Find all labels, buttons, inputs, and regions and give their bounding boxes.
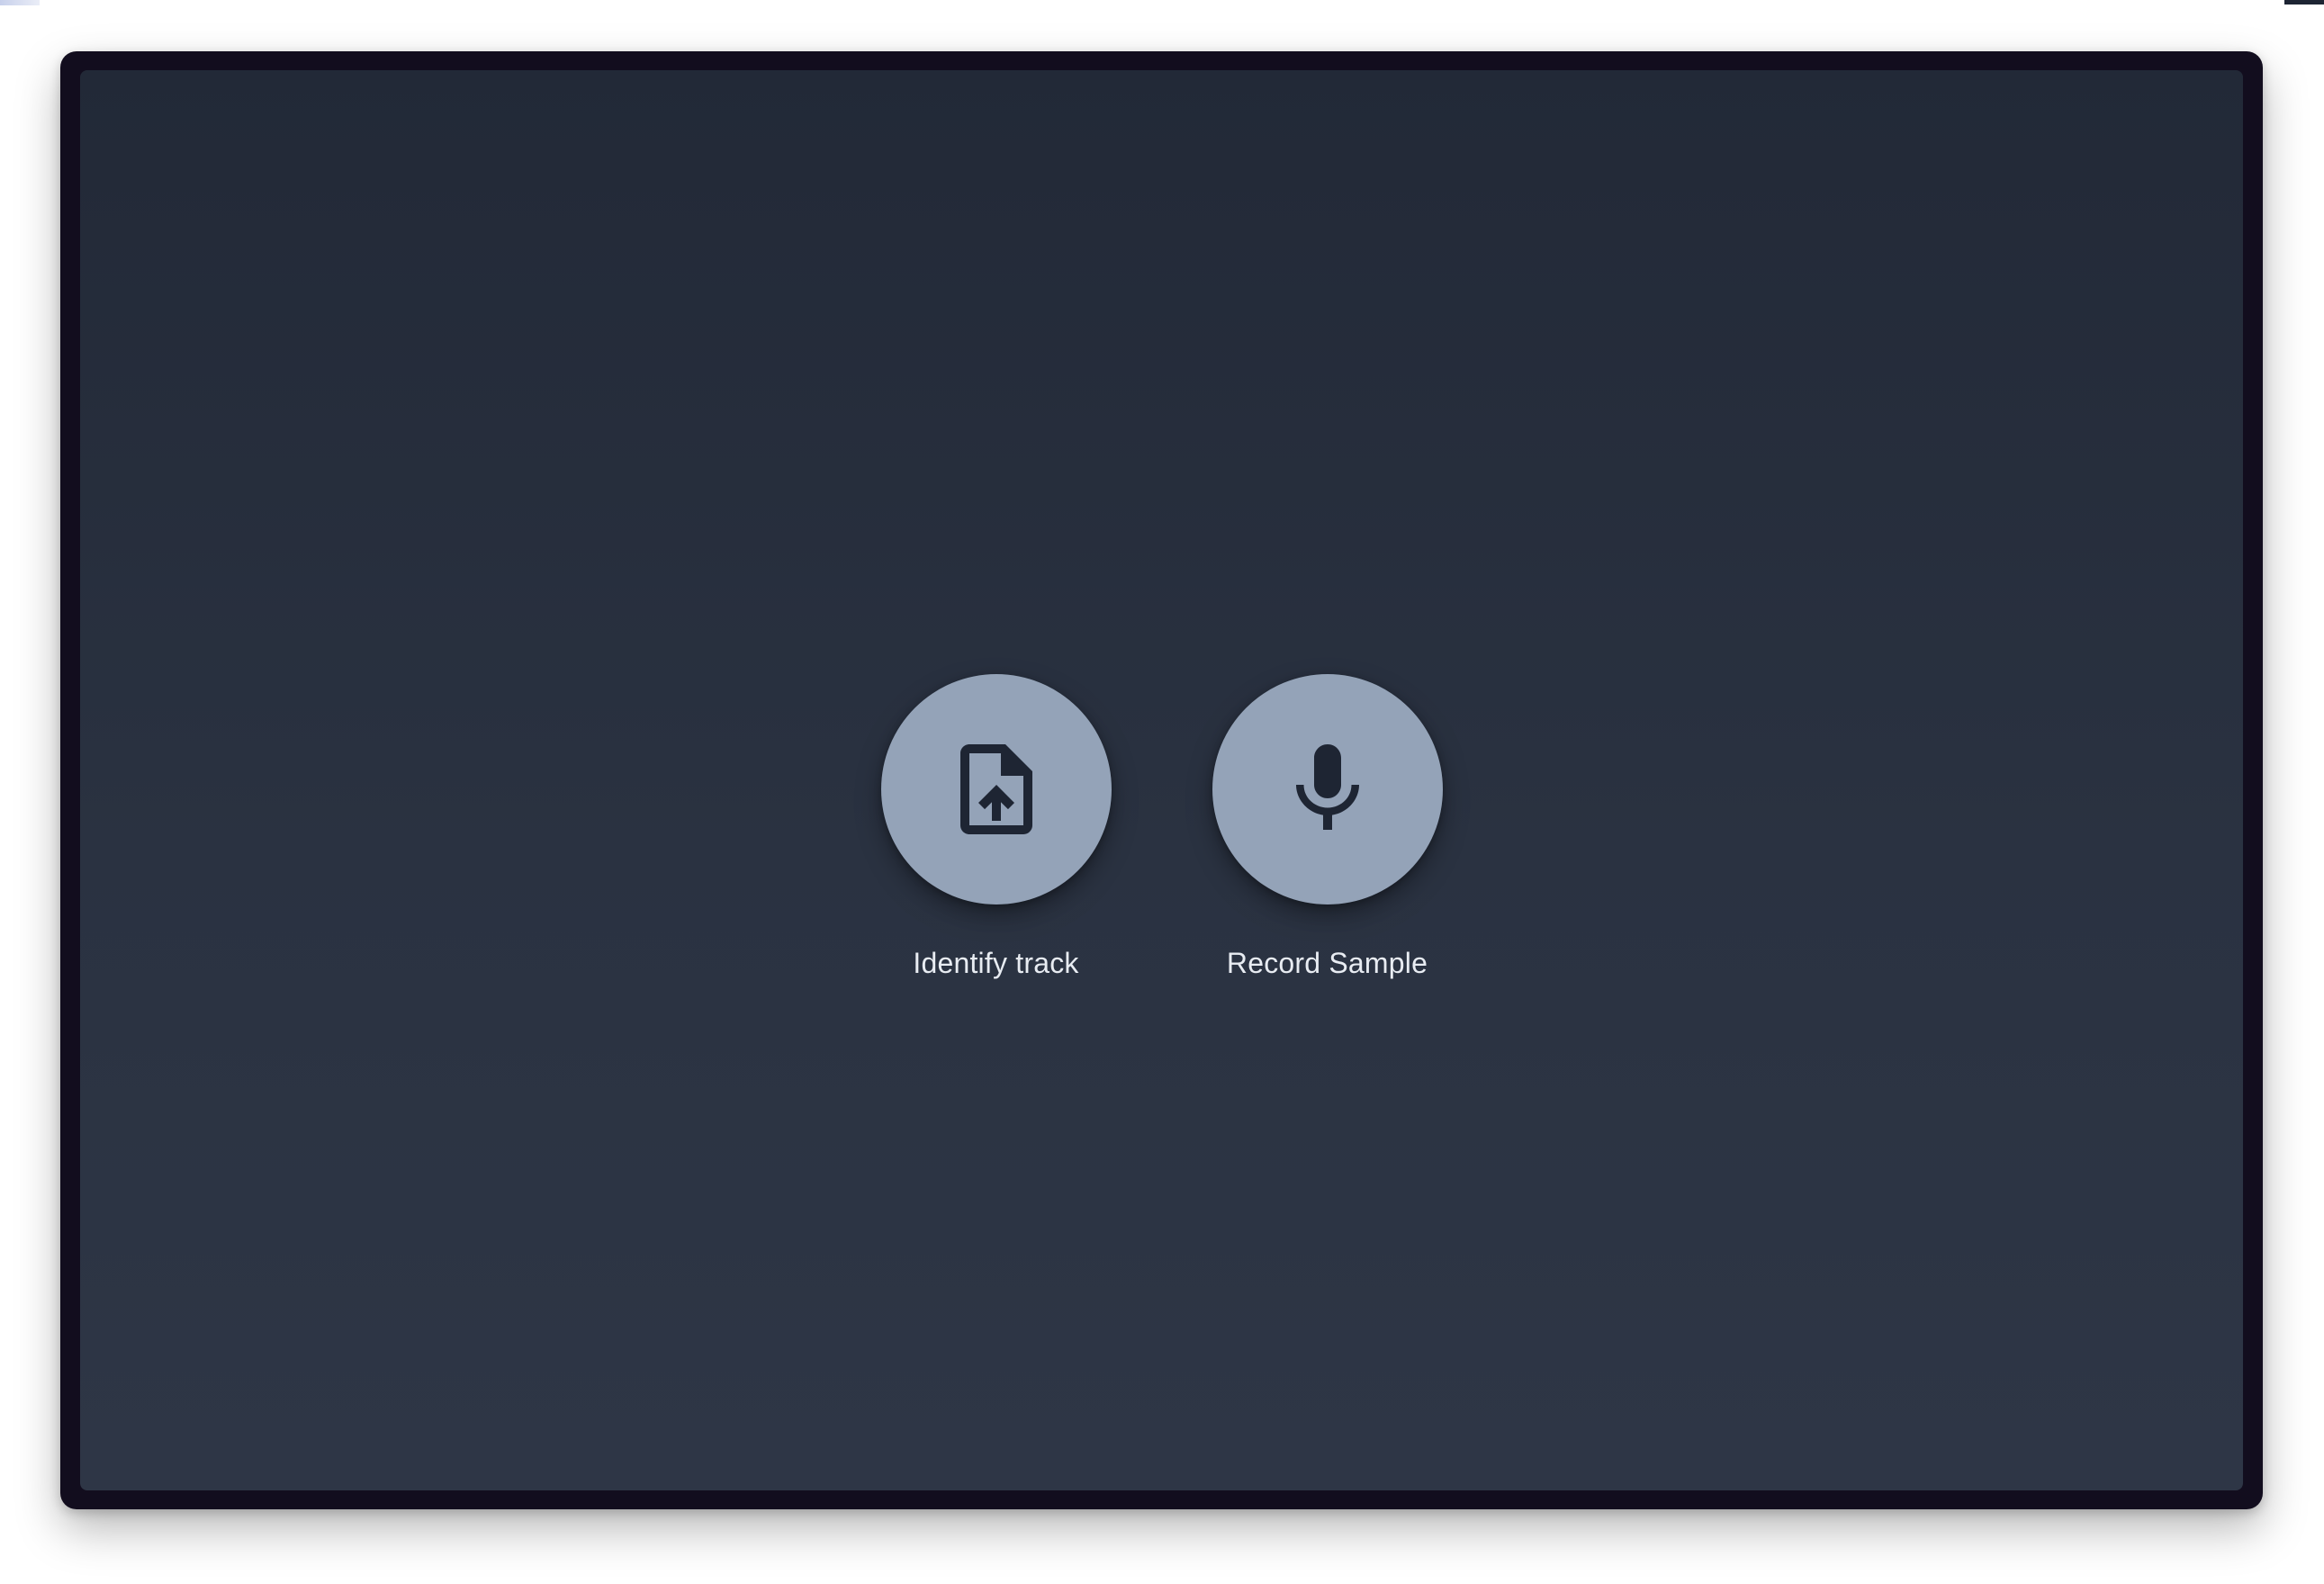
microphone-icon <box>1295 744 1359 830</box>
record-sample-label[interactable]: Record Sample <box>1227 947 1428 980</box>
action-group: Identify track Record Sample <box>80 674 2243 980</box>
identify-track-button[interactable] <box>880 674 1112 904</box>
upload-file-icon <box>959 744 1032 834</box>
record-sample-action[interactable]: Record Sample <box>1212 674 1444 980</box>
app-screen: Identify track Record Sample <box>80 70 2243 1490</box>
identify-track-action[interactable]: Identify track <box>880 674 1112 980</box>
identify-track-label[interactable]: Identify track <box>913 947 1078 980</box>
corner-bar <box>2284 0 2324 4</box>
page: Identify track Record Sample <box>0 0 2324 1584</box>
record-sample-button[interactable] <box>1212 674 1443 904</box>
corner-thumbnail <box>0 0 40 5</box>
device-frame: Identify track Record Sample <box>60 51 2263 1509</box>
